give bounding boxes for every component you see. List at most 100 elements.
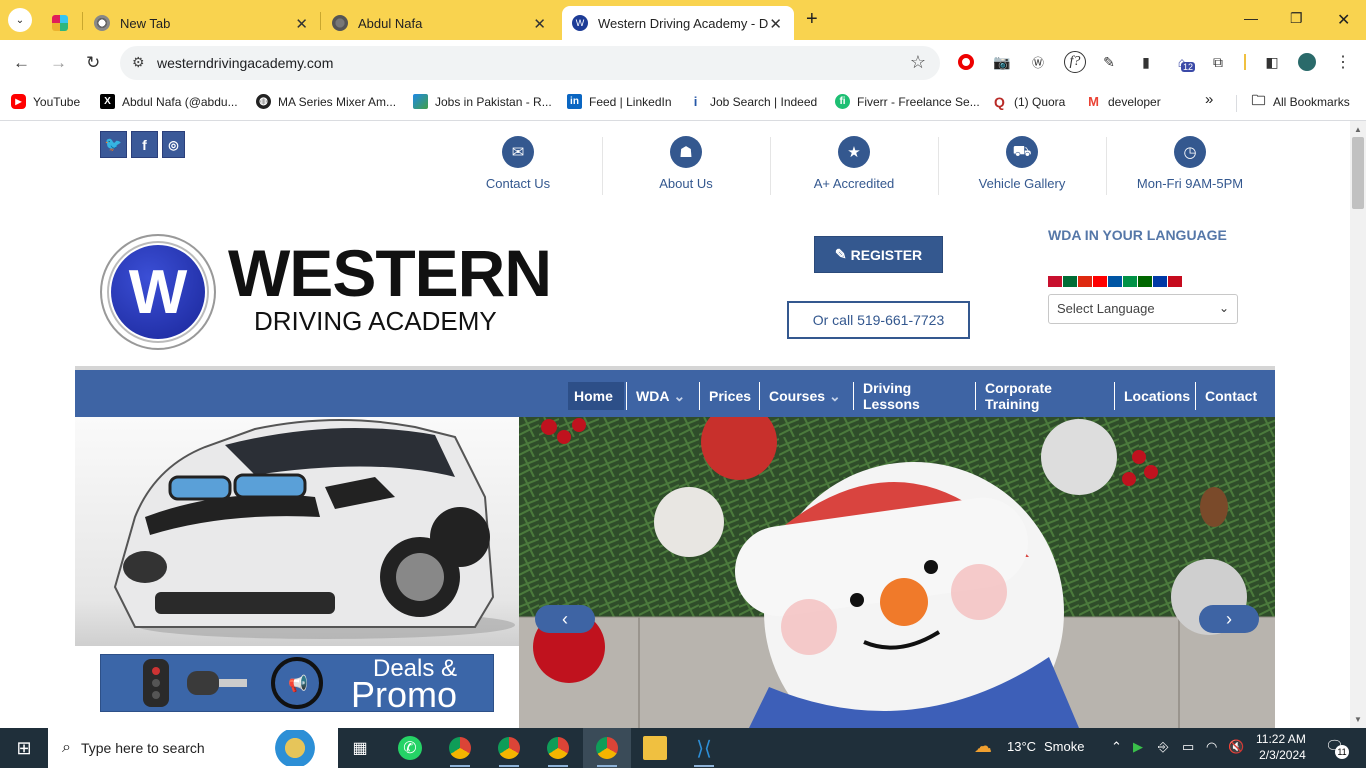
deals-promo-banner[interactable]: 📢 Deals & Promo xyxy=(100,654,494,713)
minimize-icon[interactable]: — xyxy=(1244,10,1258,26)
bookmarks-overflow-button[interactable]: » xyxy=(1205,91,1213,108)
tab-search-button[interactable]: ⌄ xyxy=(8,8,32,32)
wordpress-icon[interactable]: Ⓦ xyxy=(1029,53,1047,71)
twitter-icon[interactable]: 🐦 xyxy=(100,131,127,158)
tab-abdul-nafa[interactable]: Abdul Nafa ✕ xyxy=(322,6,558,40)
chrome-taskbar-icon[interactable] xyxy=(497,736,521,767)
flag-icon[interactable] xyxy=(1123,276,1137,287)
scroll-up-icon[interactable]: ▲ xyxy=(1354,125,1362,134)
close-window-icon[interactable]: ✕ xyxy=(1337,10,1350,30)
bookmark-ma-series[interactable]: ◍ MA Series Mixer Am... xyxy=(256,94,396,109)
restore-icon[interactable]: ❐ xyxy=(1290,10,1303,27)
close-tab-icon[interactable]: ✕ xyxy=(533,15,546,33)
top-link-contact[interactable]: ✉ Contact Us xyxy=(434,136,602,191)
top-link-hours[interactable]: ◷ Mon-Fri 9AM-5PM xyxy=(1106,136,1274,191)
chrome-taskbar-icon[interactable] xyxy=(448,736,472,767)
forward-icon[interactable]: → xyxy=(50,53,67,73)
graduation-icon[interactable]: ⌂12 xyxy=(1173,53,1196,72)
page-scrollbar[interactable]: ▲ ▼ xyxy=(1350,121,1366,728)
chrome-taskbar-icon[interactable] xyxy=(546,736,570,767)
top-link-accredited[interactable]: ★ A+ Accredited xyxy=(770,136,938,191)
all-bookmarks-button[interactable]: 🗀 All Bookmarks xyxy=(1251,92,1350,109)
tab-slack[interactable] xyxy=(42,6,82,40)
media-play-icon[interactable]: ▶ xyxy=(1133,739,1143,755)
nav-item-corporate-training[interactable]: Corporate Training xyxy=(979,380,1111,412)
nav-item-home[interactable]: Home xyxy=(568,382,624,410)
menu-icon[interactable]: ⋮ xyxy=(1334,53,1352,71)
nav-item-wda[interactable]: WDA ⌄ xyxy=(630,382,698,410)
flag-icon[interactable] xyxy=(1093,276,1107,287)
nav-item-prices[interactable]: Prices xyxy=(703,382,757,410)
clock[interactable]: 11:22 AM 2/3/2024 xyxy=(1256,731,1306,763)
nav-item-courses[interactable]: Courses ⌄ xyxy=(763,382,849,410)
taskbar-search[interactable]: ⌕ Type here to search xyxy=(48,728,338,768)
bookmark-developer[interactable]: Mdeveloper xyxy=(1086,94,1161,109)
weather-temp[interactable]: 13°C xyxy=(1007,739,1036,754)
back-icon[interactable]: ← xyxy=(13,53,30,73)
weather-text[interactable]: Smoke xyxy=(1044,739,1084,754)
flag-icon[interactable] xyxy=(1138,276,1152,287)
facebook-icon[interactable]: f xyxy=(131,131,158,158)
bookmark-indeed[interactable]: i Job Search | Indeed xyxy=(688,94,818,109)
whatsapp-icon[interactable]: ✆ xyxy=(398,736,422,760)
top-link-about[interactable]: ☗ About Us xyxy=(602,136,770,191)
chrome-taskbar-icon[interactable] xyxy=(595,736,619,767)
scroll-down-icon[interactable]: ▼ xyxy=(1354,715,1362,724)
site-logo[interactable]: W WESTERN DRIVING ACADEMY xyxy=(100,234,552,354)
bookmark-fiverr[interactable]: fi Fiverr - Freelance Se... xyxy=(835,94,980,109)
bookmark-quora[interactable]: Q (1) Quora xyxy=(992,94,1065,110)
flag-icon[interactable] xyxy=(1048,276,1062,287)
reload-icon[interactable]: ↻ xyxy=(86,53,100,73)
bookmark-jobs-pakistan[interactable]: Jobs in Pakistan - R... xyxy=(413,94,552,109)
task-view-icon[interactable]: ▦ xyxy=(348,736,372,760)
address-text[interactable]: westerndrivingacademy.com xyxy=(157,55,333,71)
scroll-thumb[interactable] xyxy=(1352,137,1364,209)
book-icon[interactable]: ▮ xyxy=(1137,53,1155,71)
tab-western-driving-academy[interactable]: W Western Driving Academy - Dri ✕ xyxy=(562,6,794,40)
vscode-icon[interactable]: ⟩⟨ xyxy=(692,736,716,767)
nav-item-contact[interactable]: Contact xyxy=(1199,382,1267,410)
battery-icon[interactable]: ▭ xyxy=(1182,739,1194,755)
address-bar[interactable]: ⚙ westerndrivingacademy.com ☆ xyxy=(120,46,940,80)
flag-icon[interactable] xyxy=(1078,276,1092,287)
camera-icon[interactable]: 📷 xyxy=(993,53,1011,71)
sidepanel-icon[interactable]: ◧ xyxy=(1263,53,1281,71)
show-hidden-icons[interactable]: ⌃ xyxy=(1111,739,1122,755)
register-button[interactable]: ✎ REGISTER xyxy=(814,236,943,273)
close-tab-icon[interactable]: ✕ xyxy=(295,15,308,33)
profile-avatar[interactable] xyxy=(1298,53,1316,71)
slider-next-button[interactable]: › xyxy=(1199,605,1259,633)
bookmark-linkedin[interactable]: in Feed | LinkedIn xyxy=(567,94,672,109)
nav-item-driving-lessons[interactable]: Driving Lessons xyxy=(857,380,965,412)
instagram-icon[interactable]: ◎ xyxy=(162,131,185,158)
notifications-icon[interactable]: 🗨 11 xyxy=(1325,737,1349,759)
font-icon[interactable]: f? xyxy=(1064,51,1086,73)
flag-icon[interactable] xyxy=(1168,276,1182,287)
opera-icon[interactable] xyxy=(957,53,975,71)
tab-new-tab[interactable]: New Tab ✕ xyxy=(84,6,320,40)
call-button[interactable]: Or call 519-661-7723 xyxy=(787,301,970,339)
windows-start-icon[interactable]: ⊞ xyxy=(12,736,36,760)
flag-icon[interactable] xyxy=(1153,276,1167,287)
eyedropper-icon[interactable]: ✎ xyxy=(1100,53,1118,71)
flag-icon[interactable] xyxy=(1108,276,1122,287)
puzzle-icon[interactable]: ⧉ xyxy=(1209,53,1227,71)
weather-icon[interactable]: ☁ xyxy=(974,736,992,757)
volume-muted-icon[interactable]: 🔇 xyxy=(1228,739,1244,755)
site-info-icon[interactable]: ⚙ xyxy=(132,54,145,71)
bookmark-star-icon[interactable]: ☆ xyxy=(910,52,926,73)
language-select[interactable]: Select Language ⌄ xyxy=(1048,294,1238,324)
search-placeholder[interactable]: Type here to search xyxy=(81,740,205,756)
file-explorer-icon[interactable] xyxy=(643,736,667,760)
bookmark-x[interactable]: X Abdul Nafa (@abdu... xyxy=(100,94,238,109)
nav-item-locations[interactable]: Locations xyxy=(1118,382,1190,410)
nav-separator xyxy=(759,382,760,410)
flag-icon[interactable] xyxy=(1063,276,1077,287)
top-link-gallery[interactable]: ⛟ Vehicle Gallery xyxy=(938,136,1106,191)
wifi-icon[interactable]: ◠ xyxy=(1206,739,1217,755)
new-tab-button[interactable]: + xyxy=(806,8,818,31)
slider-prev-button[interactable]: ‹ xyxy=(535,605,595,633)
usb-icon[interactable]: ⎆ xyxy=(1158,739,1168,755)
bookmark-youtube[interactable]: ▶ YouTube xyxy=(11,94,80,109)
close-tab-icon[interactable]: ✕ xyxy=(769,15,782,33)
